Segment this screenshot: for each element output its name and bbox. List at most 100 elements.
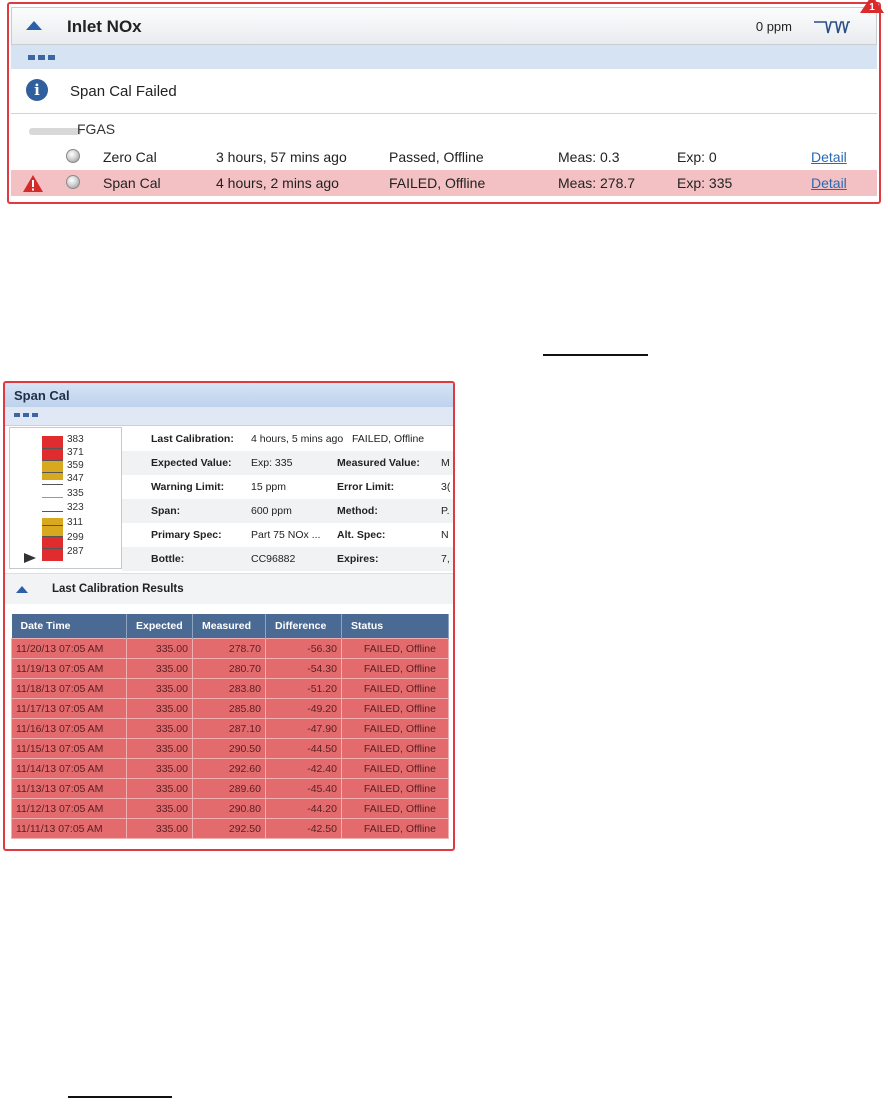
- table-row[interactable]: 11/13/13 07:05 AM 335.00 289.60 -45.40 FAILE…: [11, 778, 449, 799]
- collapse-triangle-icon[interactable]: [26, 21, 42, 30]
- alert-count: 1: [869, 2, 875, 13]
- menu-dots-icon[interactable]: [28, 55, 55, 60]
- gauge-warning-high-band: [42, 460, 63, 480]
- gauge-tick: [42, 460, 63, 461]
- column-header-status[interactable]: Status: [341, 614, 449, 639]
- cell-difference: -54.30: [265, 658, 342, 679]
- calibration-gauge: 383 371 359 347 335 323 311 299 287: [9, 427, 122, 569]
- cell-date-time: 11/15/13 07:05 AM: [11, 738, 127, 759]
- cal-result: FAILED, Offline: [389, 175, 486, 191]
- menu-dots-icon[interactable]: [14, 413, 38, 417]
- gauge-label: 359: [67, 460, 84, 471]
- gauge-label: 383: [67, 434, 84, 445]
- cell-expected: 335.00: [126, 718, 193, 739]
- table-row[interactable]: 11/14/13 07:05 AM 335.00 292.60 -42.40 FAILE…: [11, 758, 449, 779]
- table-row[interactable]: 11/18/13 07:05 AM 335.00 283.80 -51.20 FAILE…: [11, 678, 449, 699]
- alt-spec-value: N: [441, 529, 449, 541]
- expected-value: Exp: 335: [251, 457, 293, 469]
- cell-difference: -42.50: [265, 818, 342, 839]
- cal-expected: Exp: 0: [677, 149, 717, 165]
- measured-value: M: [441, 457, 450, 469]
- inlet-nox-panel: Inlet NOx 0 ppm 1 i Span Cal Failed FGAS…: [7, 0, 884, 204]
- cell-difference: -56.30: [265, 638, 342, 659]
- message-row: i Span Cal Failed: [11, 70, 877, 114]
- cal-name: Zero Cal: [103, 149, 157, 165]
- cell-measured: 290.80: [192, 798, 266, 819]
- cell-date-time: 11/11/13 07:05 AM: [11, 818, 127, 839]
- gauge-tick: [42, 484, 63, 485]
- error-limit-label: Error Limit:: [337, 481, 395, 493]
- group-label: FGAS: [77, 121, 116, 137]
- cell-status: FAILED, Offline: [341, 678, 449, 699]
- column-header-difference[interactable]: Difference: [265, 614, 342, 639]
- cell-expected: 335.00: [126, 678, 193, 699]
- cell-difference: -49.20: [265, 698, 342, 719]
- gauge-tick: [42, 525, 63, 526]
- panel-title: Inlet NOx: [67, 17, 142, 36]
- sparkline-icon[interactable]: [812, 16, 852, 36]
- cell-date-time: 11/16/13 07:05 AM: [11, 718, 127, 739]
- cell-status: FAILED, Offline: [341, 818, 449, 839]
- cell-measured: 278.70: [192, 638, 266, 659]
- detail-row: Span: 600 ppm Method: P.: [122, 499, 453, 523]
- panel-title: Span Cal: [14, 388, 70, 403]
- warning-triangle-icon: [23, 175, 43, 192]
- detail-link[interactable]: Detail: [811, 175, 847, 191]
- status-message: Span Cal Failed: [70, 83, 177, 100]
- cell-measured: 290.50: [192, 738, 266, 759]
- cell-expected: 335.00: [126, 638, 193, 659]
- column-header-measured[interactable]: Measured: [192, 614, 266, 639]
- cell-measured: 292.60: [192, 758, 266, 779]
- cell-date-time: 11/12/13 07:05 AM: [11, 798, 127, 819]
- cal-row-zero: Zero Cal 3 hours, 57 mins ago Passed, Of…: [11, 144, 877, 170]
- table-row[interactable]: 11/16/13 07:05 AM 335.00 287.10 -47.90 FAILE…: [11, 718, 449, 739]
- detail-link[interactable]: Detail: [811, 149, 847, 165]
- cell-date-time: 11/14/13 07:05 AM: [11, 758, 127, 779]
- table-row[interactable]: 11/12/13 07:05 AM 335.00 290.80 -44.20 FAILE…: [11, 798, 449, 819]
- column-header-expected[interactable]: Expected: [126, 614, 193, 639]
- cal-time: 3 hours, 57 mins ago: [216, 149, 347, 165]
- cell-date-time: 11/20/13 07:05 AM: [11, 638, 127, 659]
- results-title: Last Calibration Results: [52, 583, 184, 595]
- table-row[interactable]: 11/17/13 07:05 AM 335.00 285.80 -49.20 FAILE…: [11, 698, 449, 719]
- table-row[interactable]: 11/20/13 07:05 AM 335.00 278.70 -56.30 FAILE…: [11, 638, 449, 659]
- table-row[interactable]: 11/11/13 07:05 AM 335.00 292.50 -42.50 FAILE…: [11, 818, 449, 839]
- cal-expected: Exp: 335: [677, 175, 733, 191]
- warning-limit-value: 15 ppm: [251, 481, 287, 493]
- cell-status: FAILED, Offline: [341, 638, 449, 659]
- cell-difference: -44.20: [265, 798, 342, 819]
- underline-mark: [68, 1096, 172, 1098]
- primary-spec-value: Part 75 NOx ...: [251, 529, 321, 541]
- column-header-date-time[interactable]: Date Time: [11, 614, 127, 639]
- gauge-target-line: [42, 497, 63, 498]
- status-led-icon: [66, 149, 80, 163]
- collapse-triangle-icon[interactable]: [16, 586, 28, 593]
- cell-difference: -51.20: [265, 678, 342, 699]
- panel-header: Span Cal: [5, 383, 453, 407]
- cell-difference: -45.40: [265, 778, 342, 799]
- cell-measured: 292.50: [192, 818, 266, 839]
- corner-alert-icon[interactable]: 1: [859, 0, 885, 14]
- last-calibration-value: 4 hours, 5 mins ago FAILED, Offline: [251, 433, 425, 445]
- cell-date-time: 11/19/13 07:05 AM: [11, 658, 127, 679]
- gauge-label: 311: [67, 517, 83, 528]
- redacted-group-prefix: [29, 128, 81, 135]
- panel-header: Inlet NOx 0 ppm: [11, 7, 877, 45]
- bottle-value: CC96882: [251, 553, 296, 565]
- results-section-header[interactable]: Last Calibration Results: [5, 573, 453, 604]
- gauge-label: 287: [67, 546, 84, 557]
- cell-expected: 335.00: [126, 778, 193, 799]
- last-calibration-label: Last Calibration:: [151, 433, 234, 445]
- detail-row: Expected Value: Exp: 335 Measured Value:…: [122, 451, 453, 475]
- gauge-label: 347: [67, 473, 84, 484]
- cell-expected: 335.00: [126, 698, 193, 719]
- cell-measured: 283.80: [192, 678, 266, 699]
- method-value: P.: [441, 505, 450, 517]
- table-row[interactable]: 11/19/13 07:05 AM 335.00 280.70 -54.30 FAILE…: [11, 658, 449, 679]
- table-header-row: Date Time Expected Measured Difference S…: [11, 614, 449, 639]
- cell-date-time: 11/13/13 07:05 AM: [11, 778, 127, 799]
- cell-expected: 335.00: [126, 818, 193, 839]
- table-row[interactable]: 11/15/13 07:05 AM 335.00 290.50 -44.50 FAILE…: [11, 738, 449, 759]
- cell-status: FAILED, Offline: [341, 798, 449, 819]
- cell-status: FAILED, Offline: [341, 778, 449, 799]
